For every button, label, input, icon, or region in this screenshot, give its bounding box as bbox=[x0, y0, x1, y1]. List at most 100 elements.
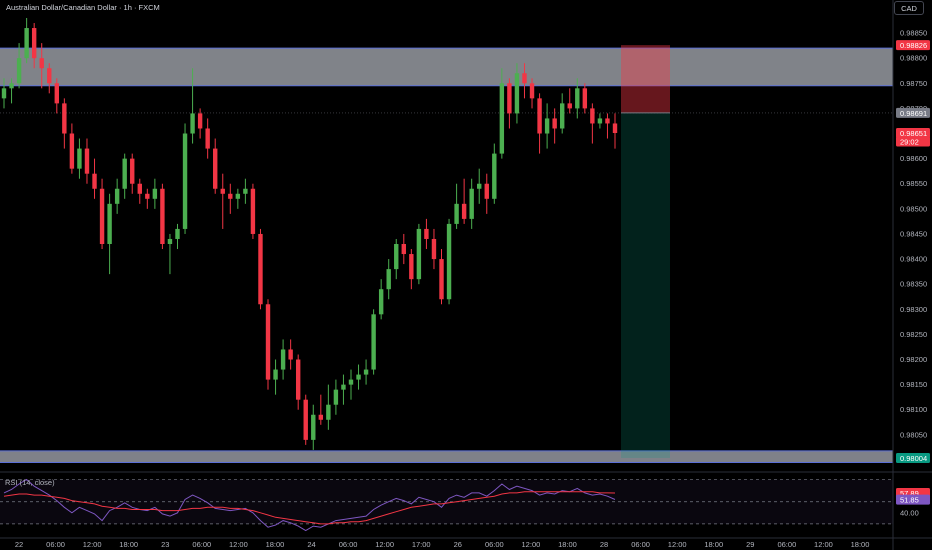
time-tick-label: 18:00 bbox=[266, 540, 285, 549]
candle-body bbox=[605, 118, 610, 124]
candle-body bbox=[522, 73, 527, 84]
rsi-tick-label: 40.00 bbox=[900, 508, 919, 517]
time-tick-label: 12:00 bbox=[522, 540, 541, 549]
candle-body bbox=[213, 148, 218, 189]
candle-body bbox=[205, 128, 210, 149]
candle-body bbox=[544, 118, 550, 134]
time-tick-label: 06:00 bbox=[339, 540, 358, 549]
time-tick-label: 12:00 bbox=[83, 540, 102, 549]
zones-layer bbox=[0, 47, 893, 463]
time-tick-label: 26 bbox=[454, 540, 462, 549]
candle-body bbox=[326, 404, 331, 420]
candle-body bbox=[499, 83, 505, 154]
candle-body bbox=[537, 98, 542, 134]
price-tag-label: 0.98826 bbox=[900, 41, 927, 50]
candle-body bbox=[1, 88, 7, 99]
price-tick-label: 0.98450 bbox=[900, 229, 927, 238]
candle-body bbox=[107, 203, 112, 244]
price-tick-label: 0.98050 bbox=[900, 430, 927, 439]
rsi-label: RSI (14, close) bbox=[5, 478, 55, 487]
candle-body bbox=[54, 83, 60, 104]
time-tick-label: 18:00 bbox=[851, 540, 870, 549]
candle-body bbox=[507, 83, 512, 114]
candle-body bbox=[220, 188, 225, 194]
time-tick-label: 18:00 bbox=[558, 540, 577, 549]
candle-body bbox=[39, 58, 44, 69]
time-tick-label: 22 bbox=[15, 540, 23, 549]
time-tick-label: 24 bbox=[307, 540, 315, 549]
price-tick-label: 0.98350 bbox=[900, 280, 927, 289]
candle-body bbox=[175, 228, 180, 239]
support-zone bbox=[0, 450, 893, 463]
price-tag-label: 0.98004 bbox=[900, 454, 927, 463]
candle-body bbox=[47, 68, 52, 84]
candle-body bbox=[409, 254, 414, 280]
price-tick-label: 0.98250 bbox=[900, 330, 927, 339]
candle-body bbox=[137, 183, 142, 194]
price-tick-label: 0.98400 bbox=[900, 255, 927, 264]
candle-body bbox=[341, 384, 346, 390]
candle-body bbox=[145, 193, 150, 199]
candle-body bbox=[514, 73, 520, 114]
candle-body bbox=[446, 223, 452, 300]
time-tick-label: 18:00 bbox=[119, 540, 138, 549]
candle-body bbox=[492, 153, 497, 199]
candle-body bbox=[439, 259, 444, 300]
candle-body bbox=[348, 379, 354, 385]
time-tick-label: 06:00 bbox=[46, 540, 65, 549]
candle-body bbox=[265, 304, 271, 380]
candle-body bbox=[235, 193, 241, 199]
short-position-tool bbox=[0, 45, 893, 458]
time-tick-label: 29 bbox=[746, 540, 754, 549]
candle-body bbox=[552, 118, 557, 129]
candle-body bbox=[378, 289, 384, 315]
candle-body bbox=[160, 188, 165, 244]
rsi-pane: 40.0057.8951.85 bbox=[0, 471, 932, 532]
price-tick-label: 0.98200 bbox=[900, 355, 927, 364]
time-tick-label: 12:00 bbox=[814, 540, 833, 549]
candle-body bbox=[477, 183, 482, 189]
price-tick-label: 0.98500 bbox=[900, 204, 927, 213]
candle-body bbox=[431, 238, 437, 260]
time-tick-label: 23 bbox=[161, 540, 169, 549]
candle-body bbox=[92, 173, 97, 189]
candle-body bbox=[24, 28, 29, 59]
stop-loss-area bbox=[621, 45, 670, 113]
time-tick-label: 12:00 bbox=[668, 540, 687, 549]
candle-body bbox=[371, 314, 376, 370]
candle-body bbox=[243, 188, 248, 194]
candle-body bbox=[529, 83, 535, 99]
candle-body bbox=[401, 244, 406, 255]
candle-body bbox=[416, 228, 422, 280]
price-tick-label: 0.98550 bbox=[900, 179, 927, 188]
time-tick-label: 06:00 bbox=[192, 540, 211, 549]
price-tag-label: 29:02 bbox=[900, 138, 919, 147]
time-tick-label: 18:00 bbox=[704, 540, 723, 549]
candle-body bbox=[363, 369, 369, 375]
candle-body bbox=[356, 374, 361, 380]
candle-body bbox=[250, 188, 256, 234]
price-tick-label: 0.98100 bbox=[900, 405, 927, 414]
candle-body bbox=[114, 188, 120, 204]
candle-body bbox=[461, 203, 467, 219]
price-tick-label: 0.98300 bbox=[900, 305, 927, 314]
price-chart[interactable]: 0.988500.988000.987500.987000.986500.986… bbox=[0, 0, 932, 550]
candle-body bbox=[190, 113, 195, 134]
candle-body bbox=[333, 389, 339, 405]
candle-body bbox=[258, 233, 263, 305]
candle-body bbox=[575, 88, 580, 109]
candle-body bbox=[386, 269, 391, 290]
candle-body bbox=[62, 103, 67, 134]
candle-body bbox=[597, 118, 603, 124]
rsi-value-tag-label: 51.85 bbox=[900, 496, 919, 505]
candle-body bbox=[9, 83, 14, 89]
time-tick-label: 17:00 bbox=[412, 540, 431, 549]
price-tick-label: 0.98600 bbox=[900, 154, 927, 163]
candle-body bbox=[590, 108, 595, 124]
candle-body bbox=[84, 148, 90, 174]
candle-body bbox=[99, 188, 105, 244]
candle-body bbox=[582, 88, 588, 109]
time-tick-label: 06:00 bbox=[631, 540, 650, 549]
candle-body bbox=[454, 203, 459, 224]
candle-body bbox=[288, 349, 293, 360]
